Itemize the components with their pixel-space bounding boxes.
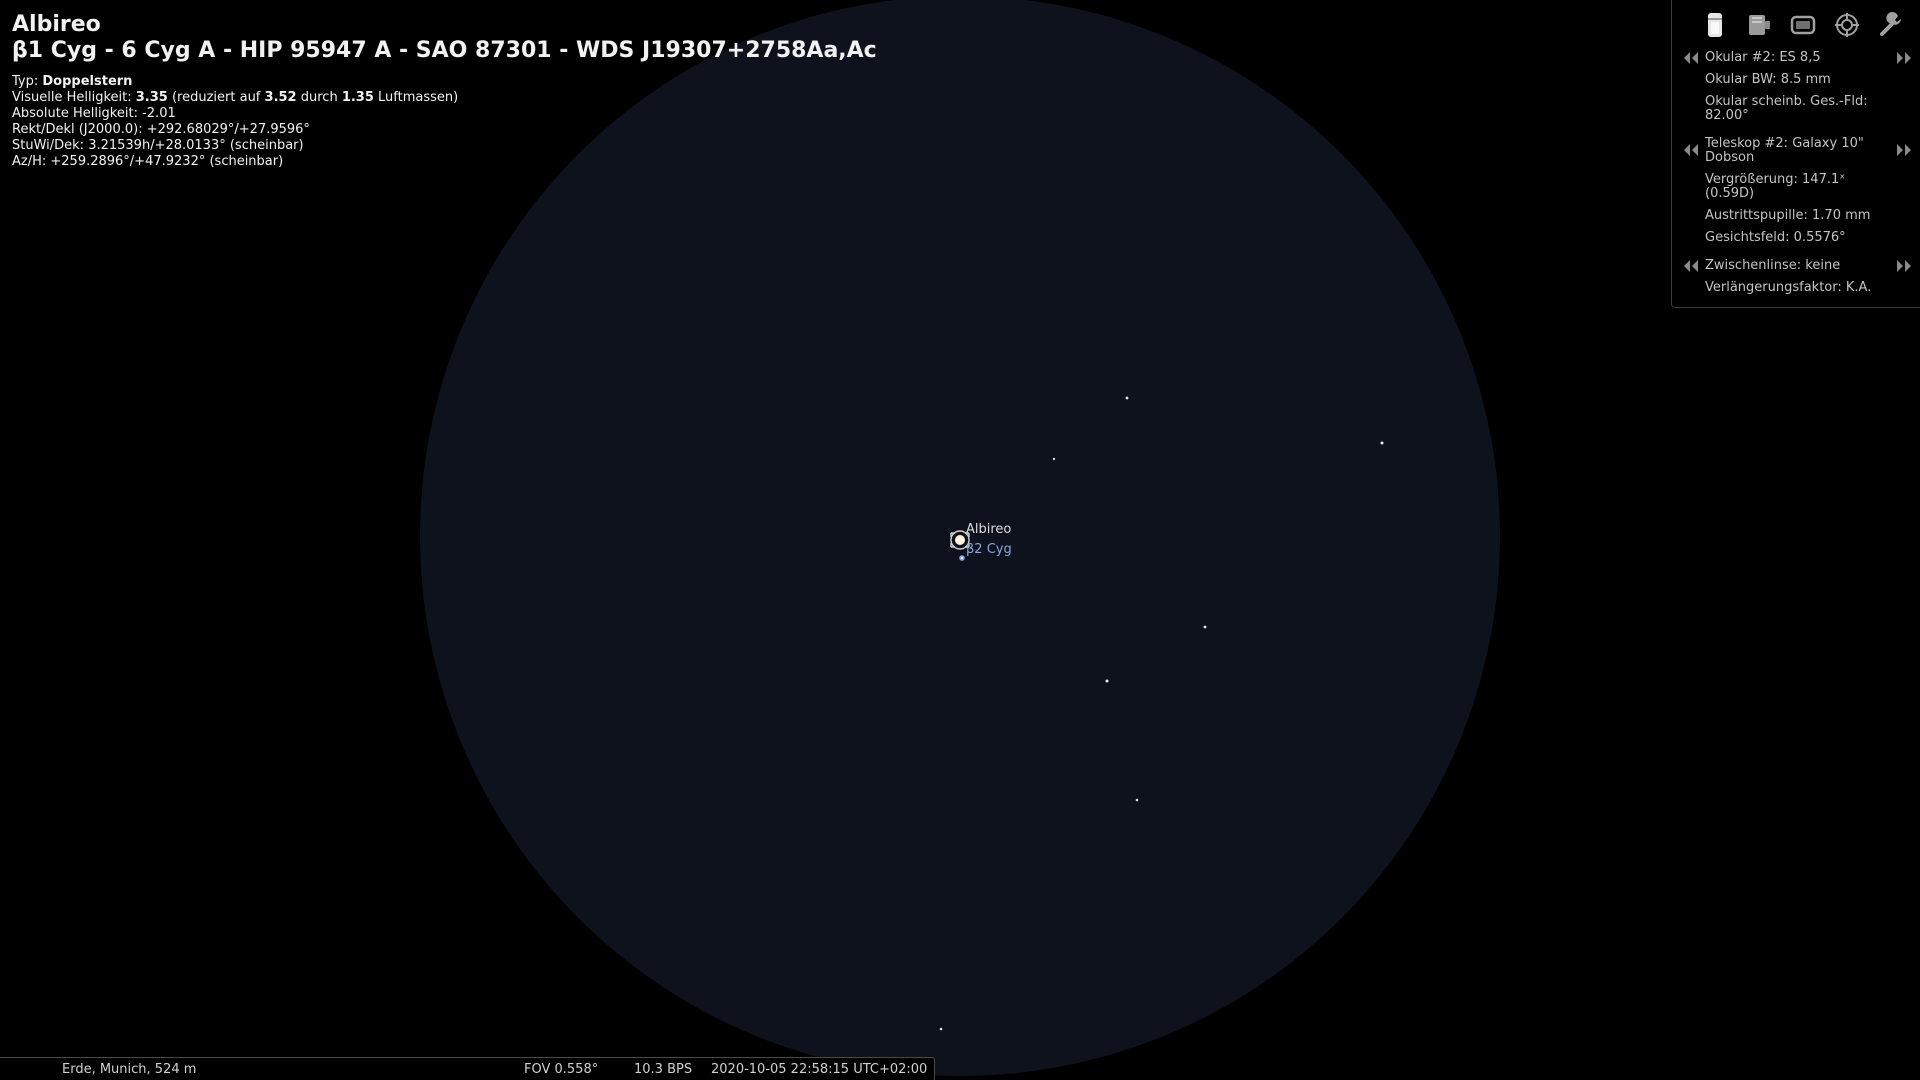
hour-angle-dec: StuWi/Dek: 3.21539h/+28.0133° (scheinbar… xyxy=(12,138,304,153)
finder-icon xyxy=(1835,13,1859,37)
albireo-label: Albireo xyxy=(966,522,1012,537)
magnification: Vergrößerung: 147.1ˣ (0.59D) xyxy=(1705,172,1846,201)
exit-pupil: Austrittspupille: 1.70 mm xyxy=(1705,208,1871,223)
eyepiece-icon xyxy=(1708,13,1722,37)
previous-telescope-button[interactable] xyxy=(1683,143,1699,157)
vmag-reduced-value: 3.52 xyxy=(264,90,297,105)
eyepiece-apparent-fov: Okular scheinb. Ges.-Fld: 82.00° xyxy=(1705,94,1868,123)
albireo-star[interactable] xyxy=(955,535,965,545)
background-star[interactable] xyxy=(1125,396,1129,400)
vmag-airmass-value: 1.35 xyxy=(341,90,374,105)
next-telescope-button[interactable] xyxy=(1896,143,1912,157)
eyepiece-focal-length: Okular BW: 8.5 mm xyxy=(1705,72,1831,87)
telrad-toggle-button[interactable] xyxy=(1744,10,1774,40)
object-type-line: Typ: Doppelstern xyxy=(12,74,877,90)
status-bar: Erde, Munich, 524 m FOV 0.558° 10.3 BPS … xyxy=(0,1057,935,1080)
wrench-icon xyxy=(1880,12,1901,36)
object-type-value: Doppelstern xyxy=(42,74,133,89)
next-eyepiece-button[interactable] xyxy=(1896,51,1912,65)
vmag-airmass-text: durch xyxy=(300,90,338,105)
fov-status: FOV 0.558° xyxy=(524,1062,599,1077)
finder-toggle-button[interactable] xyxy=(1832,10,1862,40)
oculars-panel: Okular #2: ES 8,5 Okular BW: 8.5 mm Okul… xyxy=(1671,0,1920,308)
previous-eyepiece-button[interactable] xyxy=(1683,51,1699,65)
background-star[interactable] xyxy=(939,1027,943,1031)
object-type-label: Typ: xyxy=(12,74,39,89)
azimuth-altitude: Az/H: +259.2896°/+47.9232° (scheinbar) xyxy=(12,154,284,169)
ccd-toggle-button[interactable] xyxy=(1788,10,1818,40)
field-of-view: Gesichtsfeld: 0.5576° xyxy=(1705,230,1846,245)
background-star[interactable] xyxy=(1135,798,1139,802)
vmag-value: 3.35 xyxy=(135,90,168,105)
ra-dec-j2000: Rekt/Dekl (J2000.0): +292.68029°/+27.959… xyxy=(12,122,310,137)
background-star[interactable] xyxy=(1203,625,1207,629)
planetarium-view[interactable]: Albireo β2 Cyg Albireo β1 Cyg - 6 Cyg A … xyxy=(0,0,1920,1080)
object-name: Albireo xyxy=(12,12,101,37)
background-star[interactable] xyxy=(1105,679,1109,683)
object-details: Typ: Doppelstern Visuelle Helligkeit: 3.… xyxy=(12,74,877,170)
background-star[interactable] xyxy=(1380,441,1384,445)
settings-button[interactable] xyxy=(1876,10,1906,40)
vmag-airmass-unit: Luftmassen) xyxy=(378,90,459,105)
object-info-panel: Albireo β1 Cyg - 6 Cyg A - HIP 95947 A -… xyxy=(12,12,877,170)
location-status[interactable]: Erde, Munich, 524 m xyxy=(62,1062,196,1077)
eyepiece-name: Okular #2: ES 8,5 xyxy=(1705,50,1821,65)
absolute-magnitude: Absolute Helligkeit: -2.01 xyxy=(12,106,176,121)
eyepiece-toggle-button[interactable] xyxy=(1700,10,1730,40)
background-star[interactable] xyxy=(1052,457,1056,461)
object-designations: β1 Cyg - 6 Cyg A - HIP 95947 A - SAO 873… xyxy=(12,38,877,63)
barlow-factor: Verlängerungsfaktor: K.A. xyxy=(1705,280,1872,295)
lens-name: Zwischenlinse: keine xyxy=(1705,258,1841,273)
vmag-label: Visuelle Helligkeit: xyxy=(12,90,132,105)
vmag-reduced-text: (reduziert auf xyxy=(171,90,261,105)
ccd-icon xyxy=(1790,15,1816,35)
previous-lens-button[interactable] xyxy=(1683,259,1699,273)
fps-status: 10.3 BPS xyxy=(634,1062,693,1077)
telrad-icon xyxy=(1749,15,1770,35)
datetime-status[interactable]: 2020-10-05 22:58:15 UTC+02:00 xyxy=(711,1062,927,1077)
telescope-name: Teleskop #2: Galaxy 10" Dobson xyxy=(1705,136,1864,165)
beta2-cyg-label: β2 Cyg xyxy=(966,542,1012,557)
visual-magnitude-line: Visuelle Helligkeit: 3.35 (reduziert auf… xyxy=(12,90,877,106)
oculars-toolbar xyxy=(1672,10,1920,40)
next-lens-button[interactable] xyxy=(1896,259,1912,273)
